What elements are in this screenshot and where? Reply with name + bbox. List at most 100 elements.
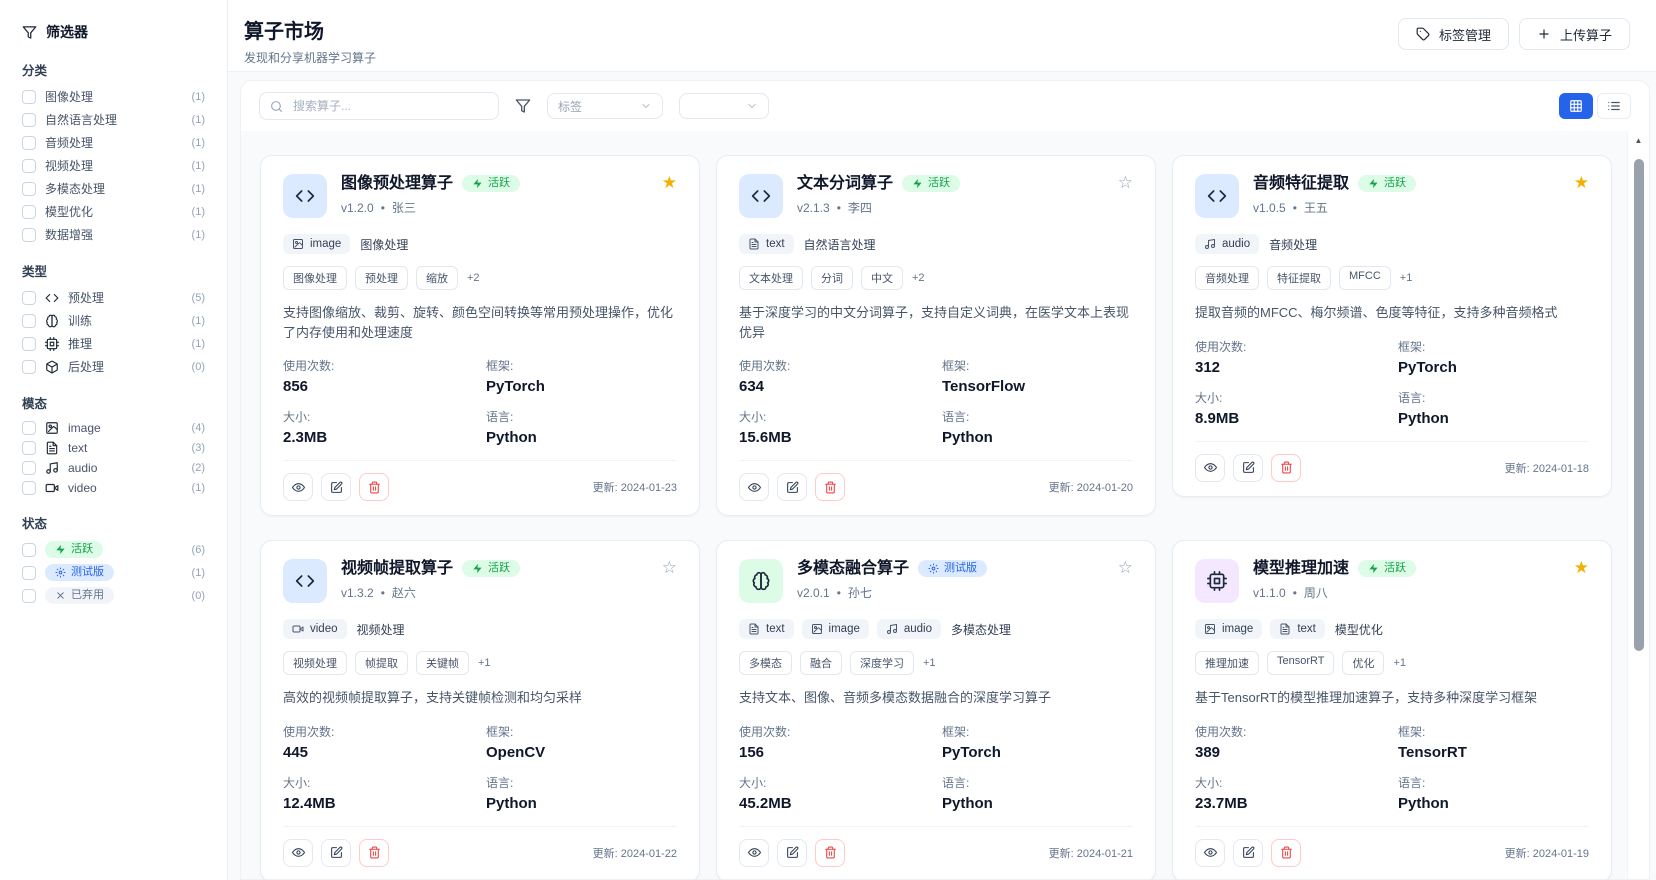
category-filter-row[interactable]: 视频处理 (1)	[22, 157, 205, 174]
filter-count: (1)	[192, 91, 205, 103]
more-tags-label: +1	[1393, 657, 1406, 669]
checkbox[interactable]	[22, 136, 36, 150]
card-footer: 更新: 2024-01-20	[739, 460, 1133, 501]
category-filter-row[interactable]: 数据增强 (1)	[22, 226, 205, 243]
delete-button[interactable]	[815, 839, 845, 867]
operator-version: v1.1.0	[1253, 586, 1286, 600]
delete-button[interactable]	[359, 473, 389, 501]
stat-item: 框架: OpenCV	[486, 723, 677, 761]
star-button[interactable]	[1118, 174, 1133, 191]
edit-button[interactable]	[321, 473, 351, 501]
grid-view-button[interactable]	[1559, 93, 1593, 119]
secondary-filter-select[interactable]	[679, 93, 769, 119]
checkbox[interactable]	[22, 337, 36, 351]
modality-filter-row[interactable]: text (3)	[22, 441, 205, 455]
delete-button[interactable]	[359, 839, 389, 867]
stat-value: 856	[283, 378, 474, 395]
modality-icon	[45, 421, 59, 435]
delete-button[interactable]	[1271, 839, 1301, 867]
checkbox[interactable]	[22, 205, 36, 219]
status-filter-row[interactable]: 已弃用 (0)	[22, 587, 205, 604]
preview-button[interactable]	[739, 473, 769, 501]
checkbox[interactable]	[22, 360, 36, 374]
upload-operator-button[interactable]: 上传算子	[1519, 18, 1630, 50]
star-button[interactable]	[662, 174, 677, 191]
card-header: 视频帧提取算子 活跃	[283, 559, 677, 603]
stat-value: Python	[942, 795, 1133, 812]
star-button[interactable]	[1574, 174, 1589, 191]
edit-button[interactable]	[1233, 454, 1263, 482]
type-filter-row[interactable]: 后处理 (0)	[22, 358, 205, 375]
music-icon	[1204, 238, 1216, 250]
checkbox[interactable]	[22, 113, 36, 127]
meta-separator: •	[837, 586, 841, 600]
status-badge-label: 活跃	[928, 178, 950, 189]
modality-pills: video	[283, 619, 347, 639]
category-filter-row[interactable]: 模型优化 (1)	[22, 203, 205, 220]
preview-button[interactable]	[1195, 839, 1225, 867]
tag-manage-button[interactable]: 标签管理	[1398, 18, 1509, 50]
eye-icon	[292, 846, 305, 859]
status-filter-row[interactable]: 活跃 (6)	[22, 541, 205, 558]
type-filter-row[interactable]: 训练 (1)	[22, 312, 205, 329]
checkbox[interactable]	[22, 159, 36, 173]
checkbox[interactable]	[22, 421, 36, 435]
scrollbar-thumb[interactable]	[1634, 159, 1644, 651]
star-button[interactable]	[662, 559, 677, 576]
zap-icon	[472, 563, 483, 574]
filter-count: (1)	[192, 206, 205, 218]
operator-icon-tile	[1195, 559, 1239, 603]
checkbox[interactable]	[22, 441, 36, 455]
stat-label: 使用次数:	[739, 357, 930, 374]
category-filter-row[interactable]: 多模态处理 (1)	[22, 180, 205, 197]
checkbox[interactable]	[22, 461, 36, 475]
edit-button[interactable]	[1233, 839, 1263, 867]
checkbox[interactable]	[22, 291, 36, 305]
category-filter-row[interactable]: 自然语言处理 (1)	[22, 111, 205, 128]
modality-filter-row[interactable]: video (1)	[22, 481, 205, 495]
status-filter-row[interactable]: 测试版 (1)	[22, 564, 205, 581]
star-button[interactable]	[1118, 559, 1133, 576]
preview-button[interactable]	[739, 839, 769, 867]
delete-button[interactable]	[815, 473, 845, 501]
preview-button[interactable]	[283, 839, 313, 867]
tag-pill: 多模态	[739, 651, 792, 675]
edit-button[interactable]	[777, 839, 807, 867]
checkbox[interactable]	[22, 314, 36, 328]
card-actions	[1195, 839, 1301, 867]
checkbox[interactable]	[22, 182, 36, 196]
stats-grid: 使用次数: 856 框架: PyTorch 大小: 2.3MB	[283, 357, 677, 446]
operator-card: 音频特征提取 活跃	[1172, 155, 1612, 497]
preview-button[interactable]	[1195, 454, 1225, 482]
stat-item: 使用次数: 445	[283, 723, 474, 761]
modality-filter-row[interactable]: image (4)	[22, 421, 205, 435]
modality-filter-row[interactable]: audio (2)	[22, 461, 205, 475]
checkbox[interactable]	[22, 543, 36, 557]
type-filter-row[interactable]: 预处理 (5)	[22, 289, 205, 306]
category-filter-row[interactable]: 图像处理 (1)	[22, 88, 205, 105]
plus-icon	[1537, 27, 1551, 41]
scrollbar-up-arrow[interactable]	[1628, 136, 1649, 145]
operator-card: 模型推理加速 活跃	[1172, 540, 1612, 879]
tag-pill: 中文	[861, 266, 903, 290]
checkbox[interactable]	[22, 90, 36, 104]
filter-count: (1)	[192, 482, 205, 494]
search-input[interactable]	[291, 98, 488, 114]
checkbox[interactable]	[22, 228, 36, 242]
list-view-button[interactable]	[1597, 93, 1631, 119]
tag-filter-select[interactable]: 标签	[547, 93, 663, 119]
delete-button[interactable]	[1271, 454, 1301, 482]
category-filter-row[interactable]: 音频处理 (1)	[22, 134, 205, 151]
checkbox[interactable]	[22, 481, 36, 495]
status-badge: 活跃	[45, 541, 103, 558]
edit-button[interactable]	[321, 839, 351, 867]
preview-button[interactable]	[283, 473, 313, 501]
type-filter-row[interactable]: 推理 (1)	[22, 335, 205, 352]
checkbox[interactable]	[22, 589, 36, 603]
stats-grid: 使用次数: 312 框架: PyTorch 大小: 8.9MB	[1195, 338, 1589, 427]
modality-row: image text 模型优化	[1195, 619, 1589, 639]
modality-row: text image	[739, 619, 1133, 639]
star-button[interactable]	[1574, 559, 1589, 576]
edit-button[interactable]	[777, 473, 807, 501]
checkbox[interactable]	[22, 566, 36, 580]
